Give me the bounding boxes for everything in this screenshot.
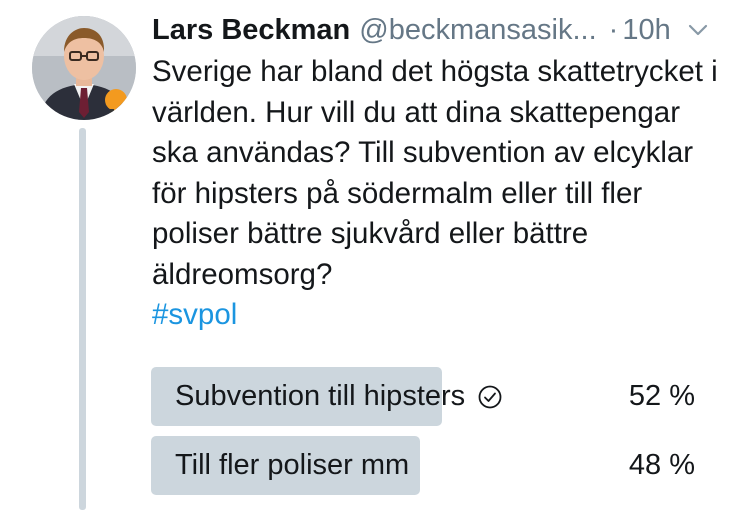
thread-line <box>79 128 86 510</box>
poll-option: Till fler poliser mm 48 % <box>151 436 711 495</box>
tweet-text: Sverige har bland det högsta skattetryck… <box>152 55 718 291</box>
poll-option-label: Till fler poliser mm <box>175 449 410 481</box>
tweet-timestamp[interactable]: 10h <box>622 14 670 47</box>
tweet-header: Lars Beckman @beckmansasik... · 10h <box>152 10 732 50</box>
poll-option-percent: 48 % <box>628 449 695 481</box>
chevron-down-icon[interactable] <box>687 19 709 41</box>
poll-option-percent: 52 % <box>628 380 695 412</box>
author-handle[interactable]: @beckmansasik... <box>359 14 596 47</box>
header-separator: · <box>608 13 619 46</box>
poll-option-label: Subvention till hipsters <box>175 380 466 412</box>
poll-option: Subvention till hipsters 52 % <box>151 367 711 426</box>
avatar-photo <box>32 16 136 120</box>
check-circle-icon <box>478 385 502 408</box>
hashtag-link[interactable]: #svpol <box>152 295 732 336</box>
avatar[interactable] <box>32 16 136 120</box>
author-name[interactable]: Lars Beckman <box>152 14 350 47</box>
tweet-body: Sverige har bland det högsta skattetryck… <box>152 52 732 336</box>
